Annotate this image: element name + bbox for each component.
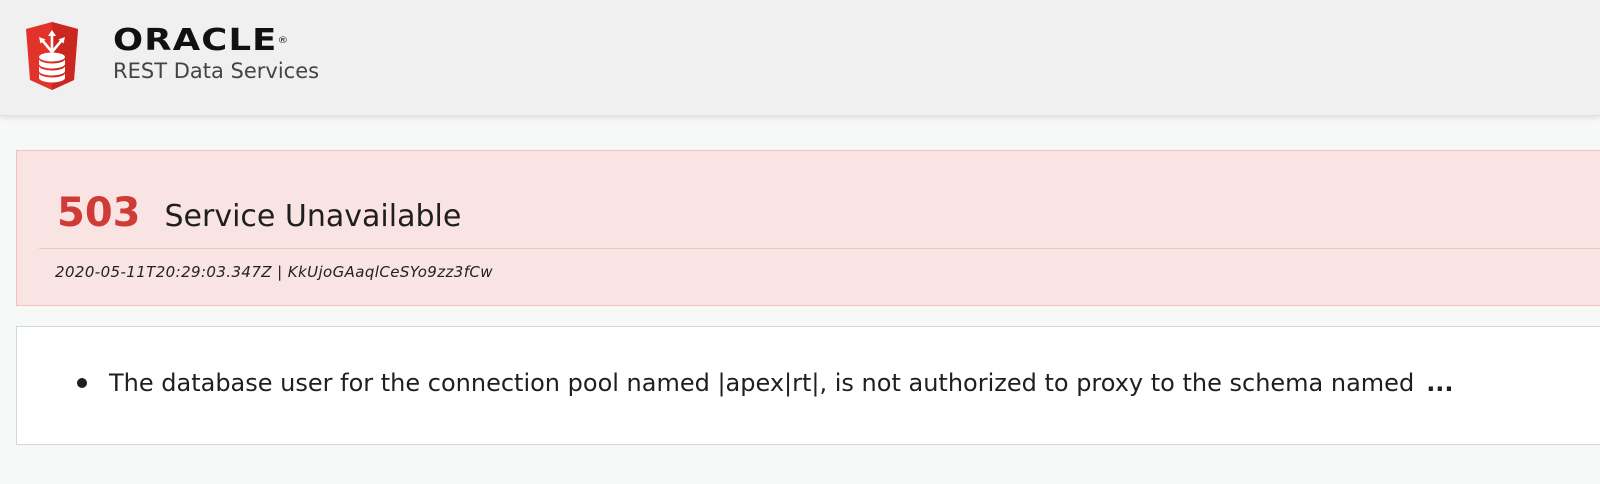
error-message: Service Unavailable	[164, 199, 462, 234]
error-code: 503	[57, 190, 141, 236]
error-banner: 503 Service Unavailable 2020-05-11T20:29…	[16, 150, 1600, 306]
product-name: REST Data Services	[113, 59, 320, 83]
error-details: The database user for the connection poo…	[16, 326, 1600, 445]
divider	[39, 248, 1600, 249]
page-header: ORACLE® REST Data Services	[0, 0, 1600, 116]
database-shield-icon	[22, 22, 82, 92]
brand-name: ORACLE®	[113, 23, 289, 58]
error-title: 503 Service Unavailable	[57, 189, 461, 241]
registered-mark: ®	[277, 36, 289, 46]
error-timestamp-id: 2020-05-11T20:29:03.347Z | KkUjoGAaqlCeS…	[55, 263, 493, 281]
detail-text: The database user for the connection poo…	[109, 369, 1415, 397]
detail-list: The database user for the connection poo…	[77, 369, 1454, 397]
brand: ORACLE® REST Data Services	[113, 26, 319, 84]
truncation-ellipsis[interactable]: ...	[1426, 369, 1453, 397]
bullet-icon	[77, 378, 87, 388]
list-item: The database user for the connection poo…	[77, 369, 1454, 397]
